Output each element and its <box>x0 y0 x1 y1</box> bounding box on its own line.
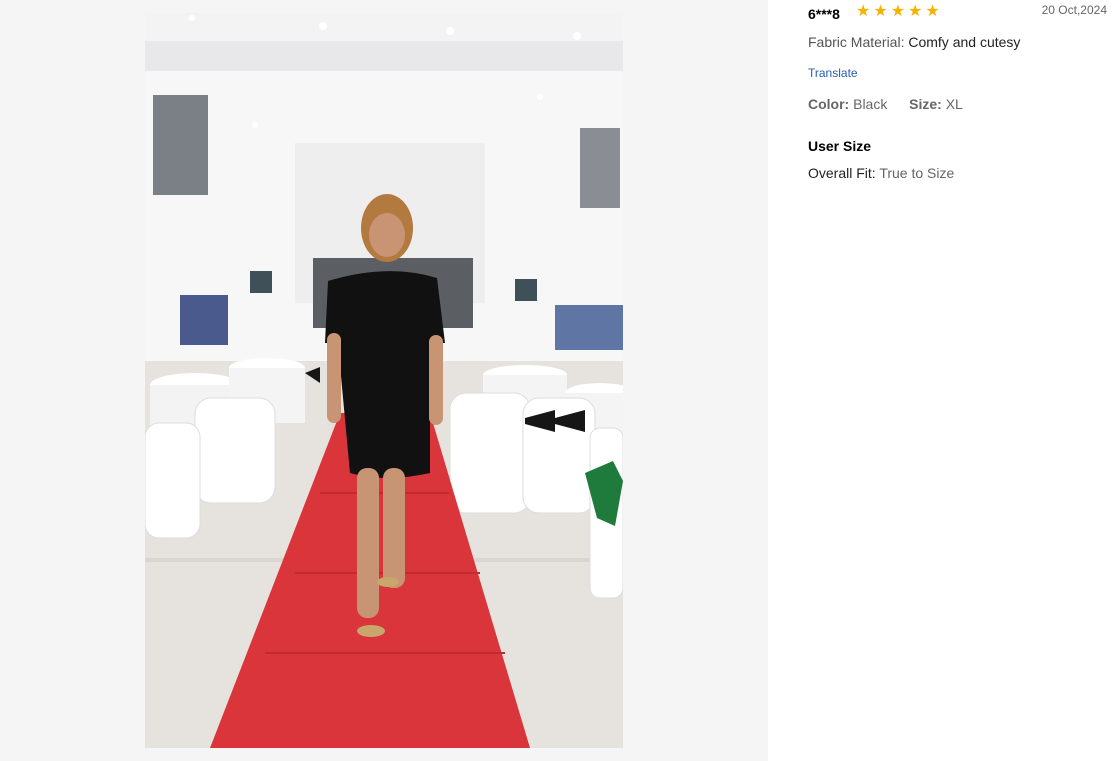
fabric-material-value: Comfy and cutesy <box>908 34 1021 50</box>
size-label: Size: <box>909 96 942 112</box>
size-value: XL <box>945 96 963 112</box>
overall-fit-row: Overall Fit: True to Size <box>808 165 954 181</box>
fabric-material-label: Fabric Material: <box>808 34 905 50</box>
fabric-material-row: Fabric Material: Comfy and cutesy <box>808 34 1020 50</box>
review-photo-illustration <box>145 13 623 748</box>
review-photo-panel <box>0 0 768 761</box>
overall-fit-label: Overall Fit: <box>808 165 876 181</box>
star-icon: ★ <box>873 3 888 20</box>
color-label: Color: <box>808 96 850 112</box>
review-details: 6***8 ★ ★ ★ ★ ★ 20 Oct,2024 Fabric Mater… <box>768 0 1113 761</box>
overall-fit-value: True to Size <box>879 165 955 181</box>
color-value: Black <box>853 96 888 112</box>
user-size-heading: User Size <box>808 138 872 154</box>
review-date: 20 Oct,2024 <box>1041 3 1107 17</box>
star-icon: ★ <box>856 3 871 20</box>
reviewer-name: 6***8 <box>808 6 840 22</box>
translate-link[interactable]: Translate <box>808 66 858 80</box>
product-attributes-row: Color: Black Size: XL <box>808 96 963 112</box>
star-icon: ★ <box>908 3 923 20</box>
review-modal: 6***8 ★ ★ ★ ★ ★ 20 Oct,2024 Fabric Mater… <box>0 0 1113 761</box>
star-rating: ★ ★ ★ ★ ★ <box>856 3 940 21</box>
star-icon: ★ <box>890 3 906 20</box>
review-photo[interactable] <box>145 13 623 748</box>
star-icon: ★ <box>925 3 940 20</box>
